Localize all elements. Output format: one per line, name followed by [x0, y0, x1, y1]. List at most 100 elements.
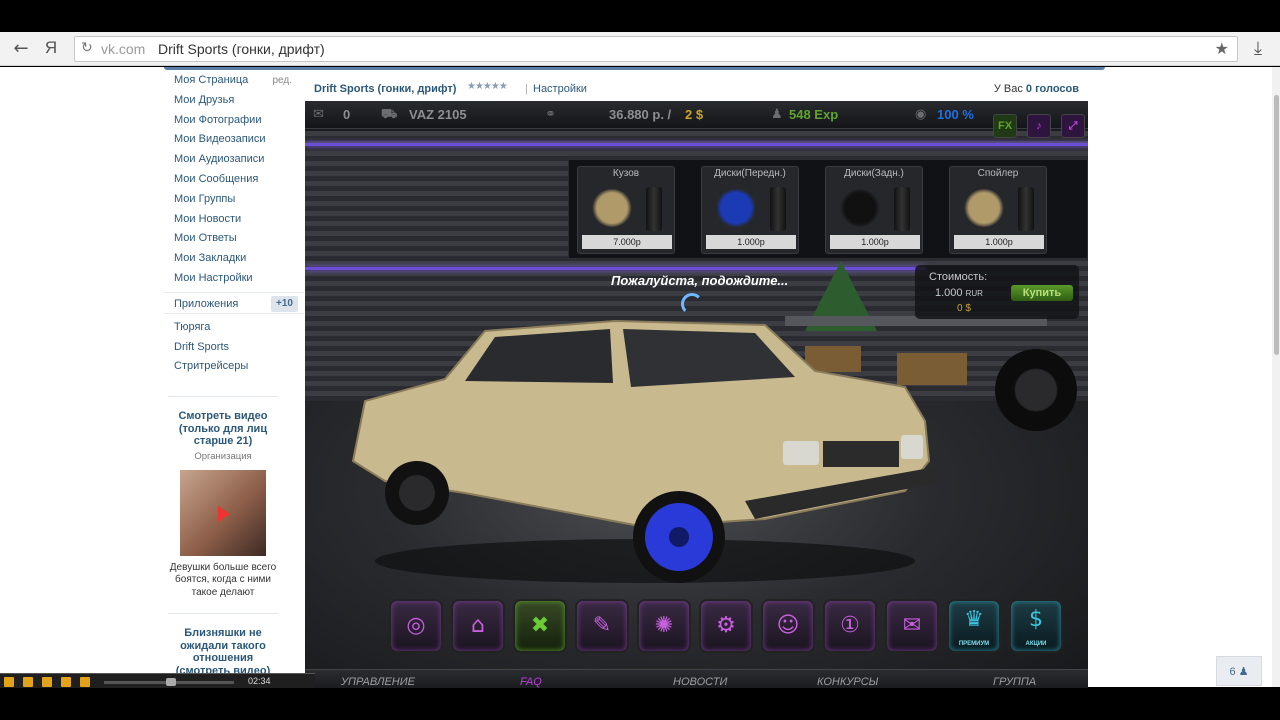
sidebar-item-photos[interactable]: Мои Фотографии — [164, 111, 304, 131]
sidebar-item-news[interactable]: Мои Новости — [164, 210, 304, 230]
nav-contests[interactable]: КОНКУРСЫ — [817, 676, 878, 688]
pause-icon[interactable] — [23, 677, 33, 687]
part-front-wheels[interactable]: Диски(Передн.) 1.000р — [701, 166, 799, 254]
ad-title[interactable]: Близняшки не ожидали такого отношения (с… — [168, 627, 278, 677]
bookmark-star-icon[interactable]: ★ — [1215, 39, 1229, 58]
part-spoiler[interactable]: Спойлер 1.000р — [949, 166, 1047, 254]
nav-faq[interactable]: FAQ — [520, 676, 542, 688]
apps-count-badge: +10 — [271, 295, 298, 312]
spray-can-icon — [894, 187, 910, 231]
buy-button[interactable]: Купить — [1011, 285, 1073, 301]
sidebar-app-link[interactable]: Тюряга — [164, 318, 304, 338]
seek-handle[interactable] — [166, 678, 176, 686]
part-label: Кузов — [612, 168, 640, 179]
app-title[interactable]: Drift Sports (гонки, дрифт) — [314, 83, 456, 95]
paint-splash-icon — [592, 189, 632, 227]
sidebar-item-groups[interactable]: Мои Группы — [164, 190, 304, 210]
sidebar-item-my-page[interactable]: Моя Страница ред. — [164, 71, 304, 91]
loading-message: Пожалуйста, подождите... — [611, 273, 789, 288]
spare-tire — [995, 349, 1077, 431]
menu-premium-button[interactable]: ♛ ПРЕМИУМ — [947, 599, 1001, 653]
address-bar[interactable]: ↻ vk.com Drift Sports (гонки, дрифт) ★ — [74, 36, 1238, 62]
menu-tools-button[interactable]: ✖ — [513, 599, 567, 653]
neon-stripe — [305, 143, 1088, 146]
tuning-icon: ✎ — [592, 613, 612, 638]
ad-subtitle: Организация — [194, 450, 252, 462]
sidebar-item-videos[interactable]: Мои Видеозаписи — [164, 130, 304, 150]
ad-description[interactable]: Девушки больше всего боятся, когда с ним… — [168, 562, 278, 600]
scrollbar-thumb[interactable] — [1274, 95, 1279, 355]
prev-icon[interactable] — [4, 677, 14, 687]
paint-panel: Кузов 7.000р Диски(Передн.) 1.000р Диски… — [568, 159, 1088, 259]
menu-rating-button[interactable]: ① — [823, 599, 877, 653]
sidebar-item-messages[interactable]: Мои Сообщения — [164, 170, 304, 190]
stop-icon[interactable] — [42, 677, 52, 687]
promo-caption: АКЦИИ — [1025, 641, 1047, 647]
reload-icon[interactable]: ↻ — [81, 40, 93, 56]
votes-value[interactable]: 0 голосов — [1026, 83, 1079, 95]
sidebar-item-settings[interactable]: Мои Настройки — [164, 269, 304, 289]
menu-tuning-button[interactable]: ✎ — [575, 599, 629, 653]
menu-engine-button[interactable]: ⚙ — [699, 599, 753, 653]
sidebar-item-answers[interactable]: Мои Ответы — [164, 229, 304, 249]
menu-chat-button[interactable]: ✉ — [885, 599, 939, 653]
edit-link[interactable]: ред. — [272, 71, 292, 91]
ad-block[interactable]: Смотреть видео (только для лиц старше 21… — [168, 410, 278, 599]
votes-prefix: У Вас — [993, 83, 1026, 95]
garage-icon: ⌂ — [471, 613, 485, 638]
vk-header-bar — [164, 67, 1105, 70]
front-rim-hub — [669, 527, 689, 547]
wheel-icon: ✺ — [654, 613, 674, 638]
nav-news[interactable]: НОВОСТИ — [673, 676, 727, 688]
app-settings-link[interactable]: Настройки — [533, 83, 587, 95]
mail-icon[interactable]: ✉ — [313, 107, 324, 122]
eject-icon[interactable] — [80, 677, 90, 687]
car-grille — [823, 441, 899, 467]
download-icon[interactable]: ⤓ — [1254, 38, 1262, 59]
sidebar-item-apps[interactable]: Приложения +10 — [164, 291, 304, 314]
car-headlight — [901, 435, 923, 459]
fullscreen-icon: ⤢ — [1068, 120, 1078, 132]
online-counter[interactable]: 6 ♟ — [1216, 656, 1262, 686]
game-menu-toolbar: ◎ ⌂ ✖ ✎ ✺ ⚙ ☺ ① ✉ ♛ ПРЕМИУМ $ АКЦИИ — [389, 599, 1069, 657]
url-host: vk.com — [101, 41, 146, 57]
sidebar-item-friends[interactable]: Мои Друзья — [164, 91, 304, 111]
menu-wheels-button[interactable]: ✺ — [637, 599, 691, 653]
part-rear-wheels[interactable]: Диски(Задн.) 1.000р — [825, 166, 923, 254]
sound-icon: ♪ — [1036, 120, 1042, 132]
part-body[interactable]: Кузов 7.000р — [577, 166, 675, 254]
menu-drive-button[interactable]: ◎ — [389, 599, 443, 653]
next-icon[interactable] — [61, 677, 71, 687]
ad-thumbnail[interactable] — [180, 469, 266, 556]
nav-controls[interactable]: УПРАВЛЕНИЕ — [341, 676, 415, 688]
sidebar-item-bookmarks[interactable]: Мои Закладки — [164, 249, 304, 269]
premium-icon: ♛ — [964, 607, 984, 632]
car-icon: ⛟ — [381, 107, 398, 122]
game-frame[interactable]: ✉ 0 ⛟ VAZ 2105 ⚭ 36.880 р. / 2 $ ♟ 548 E… — [305, 101, 1088, 689]
sidebar-app-link[interactable]: Стритрейсеры — [164, 357, 304, 377]
sound-button[interactable]: ♪ — [1027, 114, 1051, 138]
menu-garage-button[interactable]: ⌂ — [451, 599, 505, 653]
game-bottom-nav: УПРАВЛЕНИЕ FAQ НОВОСТИ КОНКУРСЫ ГРУППА — [305, 669, 1088, 689]
sidebar-app-link[interactable]: Drift Sports — [164, 338, 304, 358]
ad-block[interactable]: Близняшки не ожидали такого отношения (с… — [168, 627, 278, 677]
dollar-icon: $ — [1029, 607, 1043, 632]
bottom-letterbox — [0, 688, 1280, 720]
ad-title[interactable]: Смотреть видео (только для лиц старше 21… — [168, 410, 278, 448]
left-menu: Моя Страница ред. Мои Друзья Мои Фотограф… — [164, 71, 304, 377]
part-price: 1.000р — [706, 235, 796, 249]
back-icon[interactable]: ← — [10, 38, 32, 59]
spray-can-icon — [646, 187, 662, 231]
car-model-render[interactable] — [345, 291, 945, 591]
divider — [168, 396, 278, 397]
nav-group[interactable]: ГРУППА — [993, 676, 1036, 688]
top-letterbox — [0, 0, 1280, 32]
menu-promo-button[interactable]: $ АКЦИИ — [1009, 599, 1063, 653]
gold-value: 2 $ — [685, 107, 704, 122]
yandex-icon[interactable]: Я — [40, 38, 62, 58]
fullscreen-button[interactable]: ⤢ — [1061, 114, 1085, 138]
menu-friends-button[interactable]: ☺ — [761, 599, 815, 653]
sidebar-item-audio[interactable]: Мои Аудиозаписи — [164, 150, 304, 170]
exp-icon: ♟ — [771, 107, 783, 122]
fx-button[interactable]: FX — [993, 114, 1017, 138]
